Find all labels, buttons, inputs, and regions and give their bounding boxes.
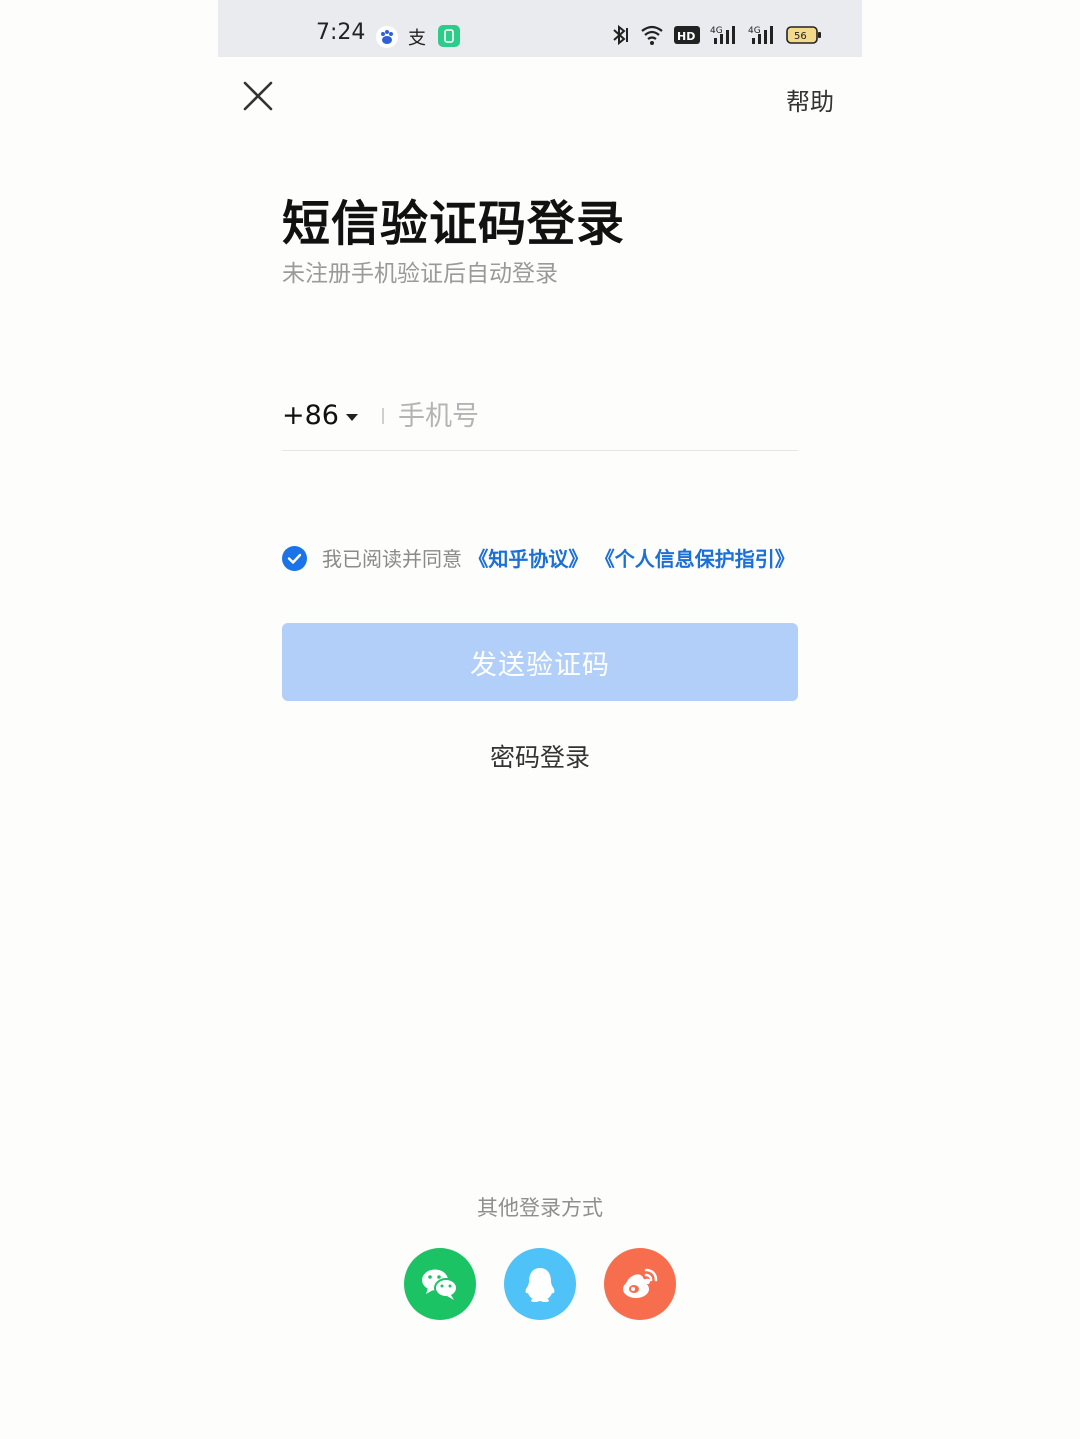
svg-text:HD: HD <box>677 30 695 43</box>
zhihu-agreement-link[interactable]: 《知乎协议》 <box>468 547 588 571</box>
battery-icon: 56 <box>786 25 822 49</box>
password-login-link[interactable]: 密码登录 <box>218 738 862 774</box>
page-subtitle: 未注册手机验证后自动登录 <box>282 261 558 287</box>
svg-text:56: 56 <box>794 31 807 42</box>
wechat-icon <box>422 1269 458 1300</box>
other-login-label: 其他登录方式 <box>477 1196 603 1220</box>
signal-icon-1: 4G <box>710 24 738 50</box>
chevron-down-icon[interactable] <box>346 414 358 421</box>
input-divider <box>382 408 384 424</box>
agreement-prefix: 我已阅读并同意 <box>322 547 462 571</box>
wifi-icon <box>640 24 664 50</box>
bluetooth-icon <box>610 24 630 50</box>
weibo-login-button[interactable] <box>604 1248 676 1320</box>
phone-number-input[interactable] <box>398 394 794 438</box>
page-title: 短信验证码登录 <box>282 196 626 252</box>
send-code-button[interactable]: 发送验证码 <box>282 623 798 701</box>
country-code-selector[interactable]: +86 <box>282 400 339 431</box>
phone-input-row: +86 <box>282 390 798 451</box>
agreement-checkbox[interactable] <box>282 546 307 571</box>
close-button[interactable] <box>240 78 276 114</box>
status-icons: HD 4G 4G 56 <box>610 24 822 50</box>
status-bar: 7:24 支 HD 4G 4G 56 <box>218 0 862 57</box>
qq-login-button[interactable] <box>504 1248 576 1320</box>
qq-icon <box>525 1268 555 1302</box>
signal-icon-2: 4G <box>748 24 776 50</box>
login-page: 7:24 支 HD 4G 4G 56 帮助 短信验证码登录 未注册手机验证后自动… <box>218 0 862 1439</box>
help-link[interactable]: 帮助 <box>786 82 834 117</box>
agreement-text: 我已阅读并同意 《知乎协议》 《个人信息保护指引》 <box>322 545 798 574</box>
close-icon <box>243 81 273 111</box>
app-notification-icon <box>438 25 460 49</box>
baidu-icon <box>376 26 398 50</box>
status-time: 7:24 <box>316 20 366 45</box>
wechat-login-button[interactable] <box>404 1248 476 1320</box>
alipay-icon: 支 <box>406 26 430 50</box>
checkmark-icon <box>287 553 302 564</box>
hd-icon: HD <box>674 25 700 49</box>
svg-text:支: 支 <box>408 28 426 48</box>
weibo-icon <box>623 1268 658 1298</box>
privacy-policy-link[interactable]: 《个人信息保护指引》 <box>595 547 795 571</box>
